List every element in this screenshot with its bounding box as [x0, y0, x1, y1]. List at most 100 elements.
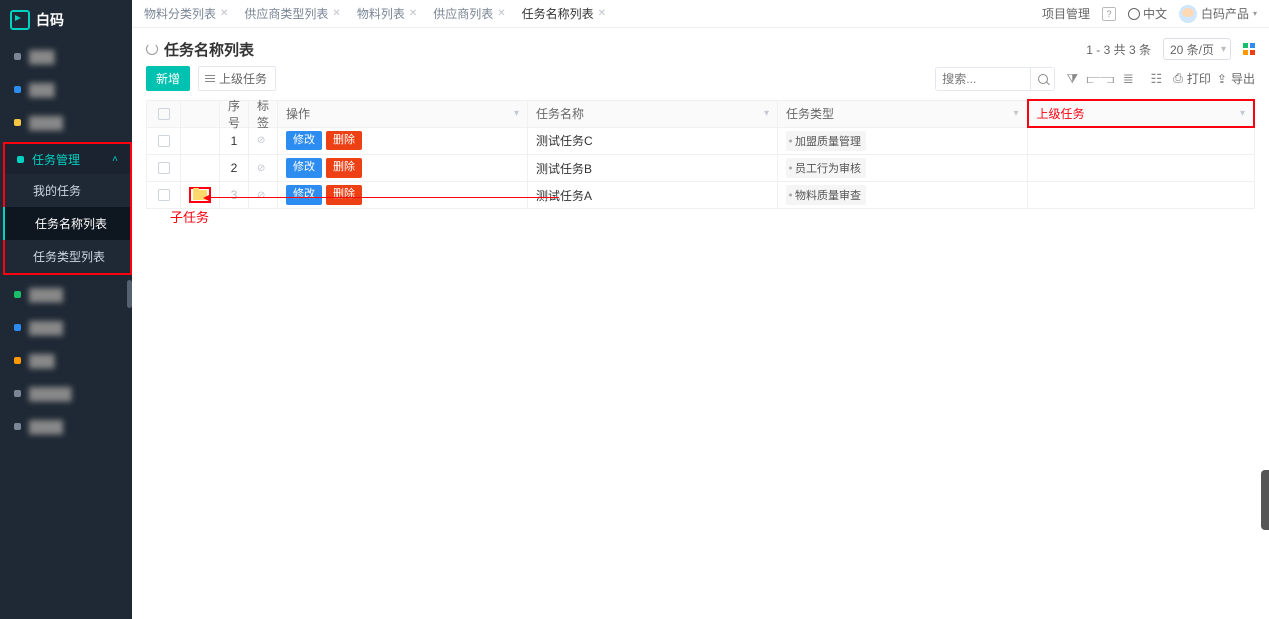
tab-item[interactable]: 供应商列表✕: [433, 5, 505, 22]
menu-dot-icon: [14, 86, 21, 93]
filter-icon[interactable]: ▾: [764, 108, 769, 119]
row-checkbox[interactable]: [158, 162, 170, 174]
parent-task-cell: [1028, 128, 1253, 154]
expand-folder-icon[interactable]: [189, 187, 211, 203]
th-checkbox: [147, 100, 181, 127]
search-icon: [1038, 74, 1048, 84]
delete-button[interactable]: 删除: [326, 131, 362, 150]
sidebar-sub-my-tasks[interactable]: 我的任务: [5, 174, 130, 207]
sidebar-scrollbar[interactable]: [127, 280, 132, 308]
edit-button[interactable]: 修改: [286, 158, 322, 177]
tab-close-icon[interactable]: ✕: [598, 8, 606, 19]
language-switch[interactable]: 中文: [1128, 5, 1167, 22]
globe-icon: [1128, 8, 1140, 20]
row-checkbox[interactable]: [158, 189, 170, 201]
th-name: 任务名称▾: [528, 100, 778, 127]
toolbar: 新增 上级任务 ⧩ ⫍⫎ ≣ ☷ ⎙打印 ⇪导出: [132, 66, 1269, 99]
sidebar-item-blur[interactable]: ███: [0, 344, 132, 377]
sidebar-item-blur[interactable]: ███: [0, 40, 132, 73]
settings-icon[interactable]: ≣: [1117, 68, 1139, 90]
delete-button[interactable]: 删除: [326, 185, 362, 204]
menu-dot-icon: [14, 324, 21, 331]
sidebar-item-blur[interactable]: ████: [0, 311, 132, 344]
sidebar-section-task-manage: 任务管理 ˄ 我的任务 任务名称列表 任务类型列表: [3, 142, 132, 275]
chart-icon[interactable]: ⫍⫎: [1089, 68, 1111, 90]
row-seq: 3: [220, 182, 248, 208]
edit-button[interactable]: 修改: [286, 131, 322, 150]
menu-dot-icon: [14, 357, 21, 364]
annotation-label: 子任务: [170, 207, 209, 226]
task-name-cell: 测试任务B: [528, 155, 777, 181]
grid-view-icon[interactable]: [1243, 43, 1255, 55]
tab-close-icon[interactable]: ✕: [409, 8, 417, 19]
tabs-bar: 物料分类列表✕ 供应商类型列表✕ 物料列表✕ 供应商列表✕ 任务名称列表✕ 项目…: [132, 0, 1269, 28]
sidebar-item-blur[interactable]: ████: [0, 106, 132, 139]
menu-dot-icon: [14, 53, 21, 60]
help-icon[interactable]: ?: [1102, 7, 1116, 21]
sidebar-item-blur[interactable]: █████: [0, 377, 132, 410]
search-input[interactable]: [936, 72, 1030, 86]
th-parent-task: 上级任务▾: [1028, 100, 1254, 127]
sidebar-item-blur[interactable]: ███: [0, 73, 132, 106]
tag-icon[interactable]: ⊘: [257, 190, 265, 201]
search-button[interactable]: [1030, 67, 1054, 91]
row-checkbox[interactable]: [158, 135, 170, 147]
th-tag: 标签: [249, 100, 278, 127]
chevron-down-icon: ▾: [1253, 9, 1257, 18]
filter-icon[interactable]: ▾: [1014, 108, 1019, 119]
add-button[interactable]: 新增: [146, 66, 190, 91]
delete-button[interactable]: 删除: [326, 158, 362, 177]
task-type-tag: 员工行为审核: [786, 158, 866, 178]
sidebar-item-blur[interactable]: ████: [0, 278, 132, 311]
columns-icon[interactable]: ☷: [1145, 68, 1167, 90]
tab-item[interactable]: 供应商类型列表✕: [244, 5, 340, 22]
print-button[interactable]: ⎙打印: [1173, 70, 1211, 87]
export-button[interactable]: ⇪导出: [1217, 70, 1255, 87]
table-row: 2⊘修改删除测试任务B员工行为审核: [147, 155, 1255, 182]
tab-close-icon[interactable]: ✕: [497, 8, 505, 19]
pager-info: 1 - 3 共 3 条: [1086, 41, 1151, 58]
checkbox-all[interactable]: [158, 108, 170, 120]
refresh-icon[interactable]: [146, 43, 158, 55]
table-wrap: 序号 标签 操作▾ 任务名称▾ 任务类型▾ 上级任务▾ 1⊘修改删除测试任务C加…: [132, 99, 1269, 209]
tabs: 物料分类列表✕ 供应商类型列表✕ 物料列表✕ 供应商列表✕ 任务名称列表✕: [144, 5, 606, 22]
filter-icon[interactable]: ⧩: [1061, 68, 1083, 90]
tag-icon[interactable]: ⊘: [257, 163, 265, 174]
filter-icon[interactable]: ▾: [1240, 108, 1245, 119]
tab-item-active[interactable]: 任务名称列表✕: [522, 5, 606, 22]
print-icon: ⎙: [1173, 71, 1183, 86]
data-table: 序号 标签 操作▾ 任务名称▾ 任务类型▾ 上级任务▾ 1⊘修改删除测试任务C加…: [146, 99, 1255, 209]
task-type-tag: 物料质量审查: [786, 185, 866, 205]
search-box: [935, 67, 1055, 91]
tab-close-icon[interactable]: ✕: [220, 8, 228, 19]
tab-item[interactable]: 物料列表✕: [357, 5, 417, 22]
parent-task-cell: [1028, 182, 1253, 208]
edit-button[interactable]: 修改: [286, 185, 322, 204]
right-edge-handle[interactable]: [1261, 470, 1269, 530]
sidebar-section-head[interactable]: 任务管理 ˄: [5, 144, 130, 174]
menu-dot-icon: [14, 390, 21, 397]
filter-icon[interactable]: ▾: [514, 108, 519, 119]
parent-task-cell: [1028, 155, 1253, 181]
sidebar-sub-task-type-list[interactable]: 任务类型列表: [5, 240, 130, 273]
task-name-cell: 测试任务C: [528, 128, 777, 154]
row-seq: 1: [220, 128, 248, 154]
parent-task-button[interactable]: 上级任务: [198, 66, 276, 91]
section-label: 任务管理: [32, 151, 80, 168]
tag-icon[interactable]: ⊘: [257, 135, 265, 146]
menu-dot-icon: [14, 119, 21, 126]
task-name-cell: 测试任务A: [528, 182, 777, 208]
sidebar-item-blur[interactable]: ████: [0, 410, 132, 443]
th-fold: [181, 100, 220, 127]
project-manage-link[interactable]: 项目管理: [1042, 5, 1090, 22]
sidebar-sub-task-name-list[interactable]: 任务名称列表: [3, 207, 130, 240]
page-size-select[interactable]: 20 条/页: [1163, 38, 1231, 60]
task-type-tag: 加盟质量管理: [786, 131, 866, 151]
tab-item[interactable]: 物料分类列表✕: [144, 5, 228, 22]
header-right: 项目管理 ? 中文 白码产品▾: [1042, 5, 1257, 23]
logo-area: 白码: [0, 0, 132, 40]
user-menu[interactable]: 白码产品▾: [1179, 5, 1257, 23]
table-row: 1 ⊘ 修改删除 测试任务C 加盟质量管理: [147, 127, 1255, 155]
tab-close-icon[interactable]: ✕: [332, 8, 340, 19]
logo-text: 白码: [36, 10, 64, 30]
